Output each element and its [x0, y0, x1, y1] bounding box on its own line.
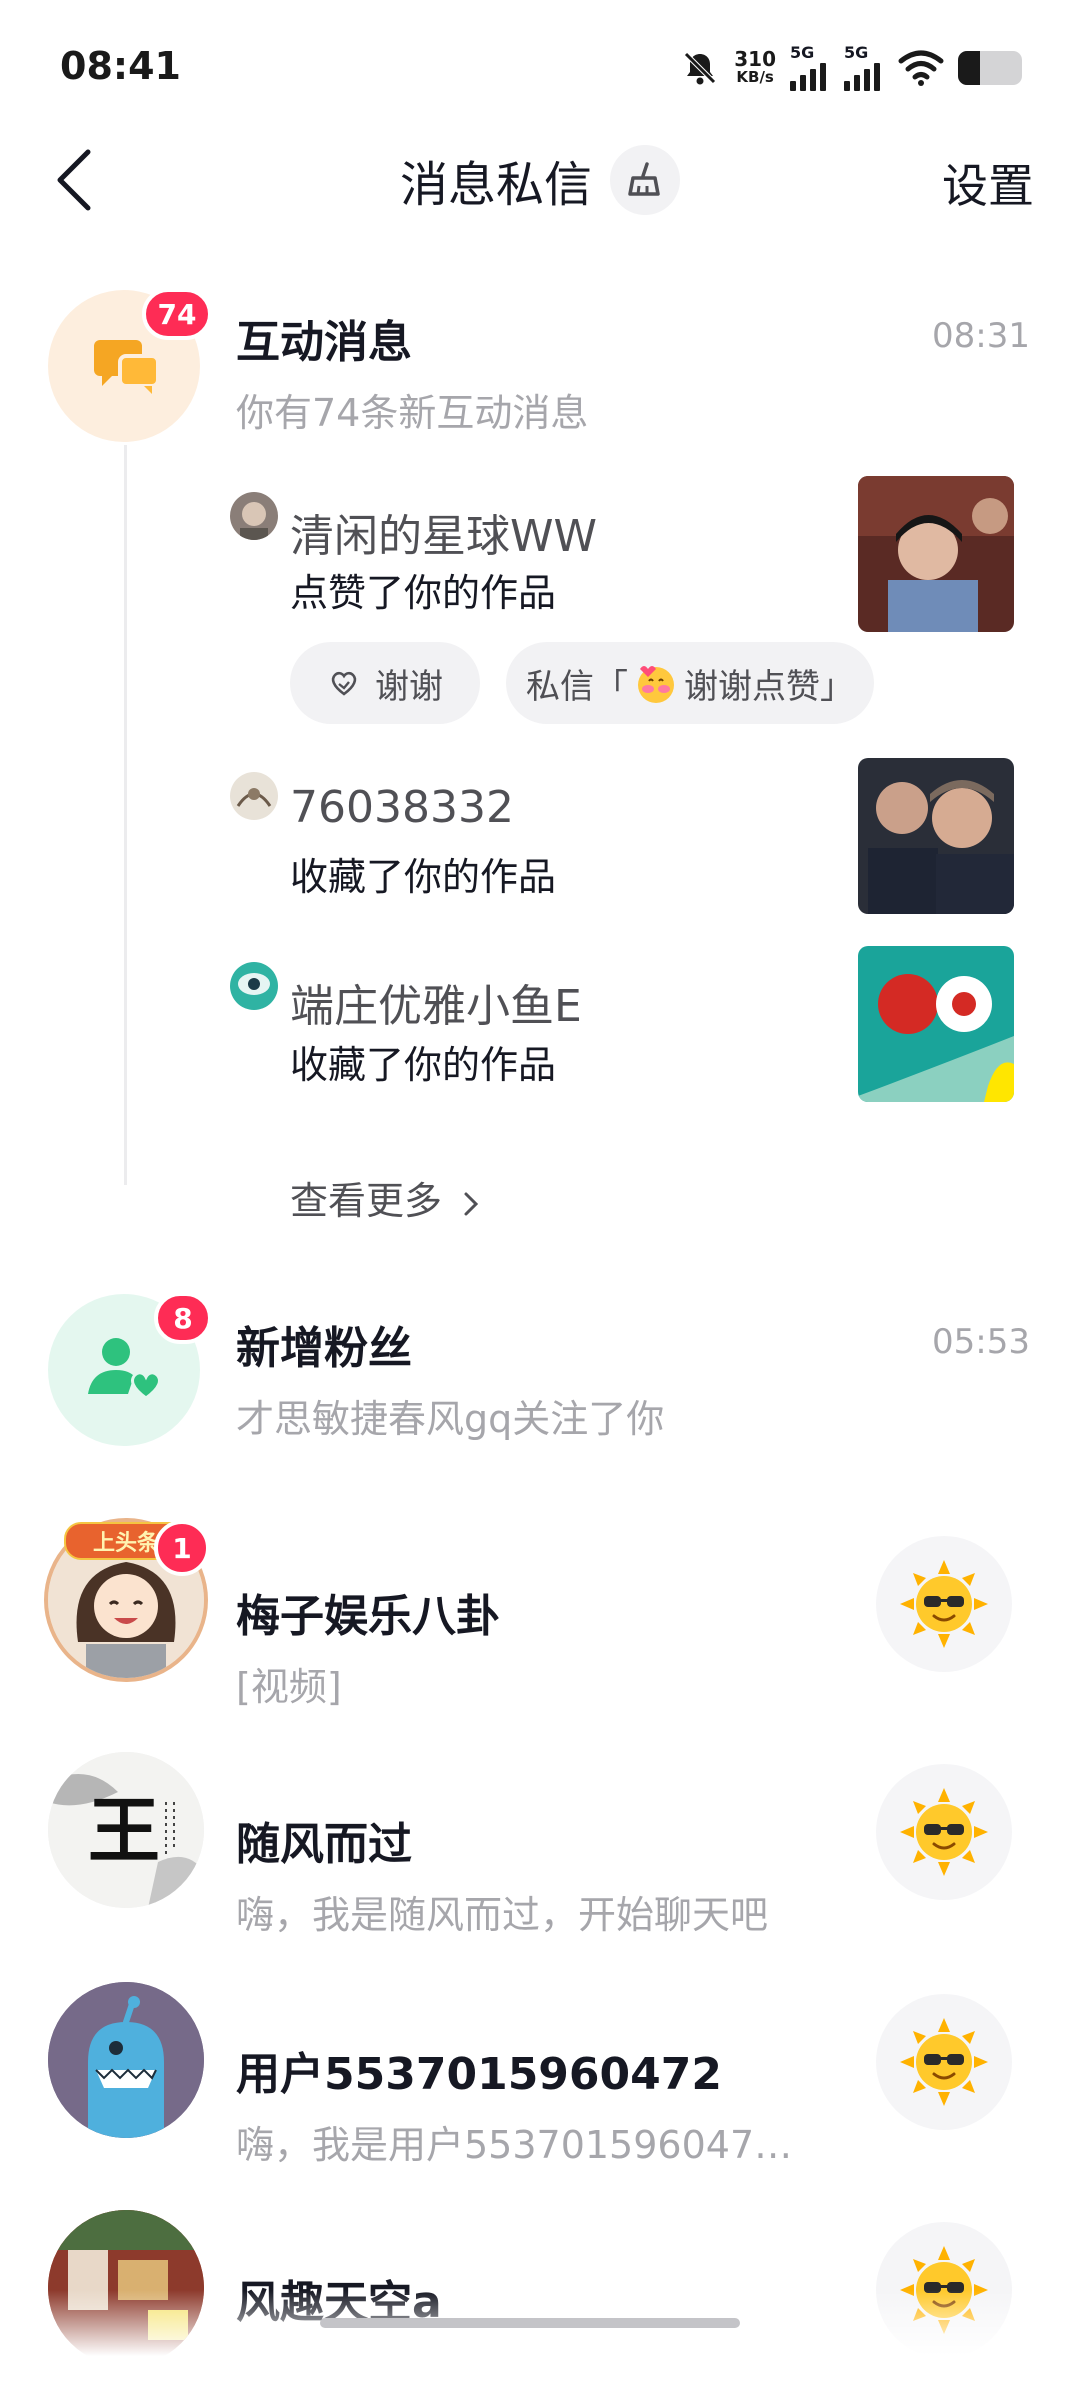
notif-thumbnail[interactable]: [858, 758, 1014, 914]
wifi-icon: [898, 50, 944, 86]
user-avatar-icon: [230, 962, 278, 1010]
home-indicator[interactable]: [320, 2318, 740, 2328]
signal-sim1-icon: 5G: [790, 43, 830, 91]
sunglasses-sun-emoji-icon: [900, 2018, 988, 2106]
chat-preview: 嗨，我是随风而过，开始聊天吧: [236, 1893, 769, 1937]
see-more-link[interactable]: 查看更多: [290, 1170, 482, 1225]
user-avatar-icon: [230, 492, 278, 540]
notif-action: 收藏了你的作品: [290, 1043, 557, 1087]
interactions-subtitle: 你有74条新互动消息: [236, 391, 589, 435]
notif-user-name[interactable]: 76038332: [290, 782, 514, 833]
heart-hand-icon: [331, 671, 357, 696]
user-avatar-icon: [230, 772, 278, 820]
dm-thanks-button[interactable]: 私信「 谢谢点赞」: [506, 642, 874, 724]
notif-avatar[interactable]: [230, 962, 278, 1010]
thanks-button[interactable]: 谢谢: [290, 642, 480, 724]
video-thumbnail-image: [858, 758, 1014, 914]
greet-button[interactable]: [876, 1994, 1012, 2130]
status-icons: 310 KB/s 5G 5G: [680, 43, 1022, 92]
chat-name[interactable]: 用户5537015960472: [236, 2038, 722, 2102]
notif-thumbnail[interactable]: [858, 476, 1014, 632]
signal-sim2-icon: 5G: [844, 43, 884, 91]
battery-icon: [958, 51, 1022, 85]
timeline-line: [124, 445, 127, 1185]
dm-text: 谢谢点赞」: [684, 666, 854, 707]
page-title: 消息私信: [399, 157, 592, 213]
notif-user-name[interactable]: 端庄优雅小鱼E: [290, 970, 582, 1034]
chat-avatar[interactable]: 王: [48, 1752, 204, 1908]
clear-unread-button[interactable]: [610, 145, 680, 215]
ink-calligraphy-avatar-image: 王: [48, 1752, 204, 1908]
video-thumbnail-image: [858, 476, 1014, 632]
blue-monster-avatar-image: [48, 1982, 204, 2138]
sunglasses-sun-emoji-icon: [900, 1788, 988, 1876]
chevron-right-icon: [464, 1192, 479, 1215]
chat-name[interactable]: 随风而过: [236, 1808, 412, 1872]
chat-avatar[interactable]: [48, 1982, 204, 2138]
notif-avatar[interactable]: [230, 492, 278, 540]
fans-title[interactable]: 新增粉丝: [236, 1312, 412, 1376]
notif-action: 点赞了你的作品: [290, 571, 557, 615]
notif-user-name[interactable]: 清闲的星球WW: [290, 500, 597, 564]
fans-subtitle: 才思敏捷春风gq关注了你: [236, 1397, 665, 1441]
blushing-emoji-icon: [638, 666, 674, 703]
dm-prefix: 私信「: [526, 666, 628, 707]
greet-button[interactable]: [876, 1536, 1012, 1672]
notif-action: 收藏了你的作品: [290, 855, 557, 899]
mute-bell-icon: [684, 52, 717, 85]
bottom-fade: [0, 2290, 1080, 2400]
chat-name[interactable]: 梅子娱乐八卦: [236, 1580, 500, 1644]
network-speed: 310 KB/s: [734, 47, 776, 86]
avatar-glyph: 王: [88, 1788, 160, 1873]
status-time: 08:41: [60, 44, 181, 88]
fans-time: 05:53: [932, 1322, 1030, 1362]
interactions-title[interactable]: 互动消息: [236, 306, 412, 370]
notif-thumbnail[interactable]: [858, 946, 1014, 1102]
video-thumbnail-image: [858, 946, 1014, 1102]
settings-button[interactable]: 设置: [942, 150, 1034, 216]
greet-button[interactable]: [876, 1764, 1012, 1900]
chat-preview: [视频]: [236, 1665, 342, 1709]
thanks-label: 谢谢: [375, 666, 443, 707]
interactions-time: 08:31: [932, 316, 1030, 356]
chat-preview: 嗨，我是用户553701596047…: [236, 2123, 793, 2167]
header-title-group: 消息私信: [0, 140, 1080, 220]
fans-badge: 8: [154, 1292, 212, 1344]
notif-avatar[interactable]: [230, 772, 278, 820]
chat-unread-badge: 1: [154, 1520, 210, 1576]
interactions-badge: 74: [142, 288, 212, 340]
broom-icon: [628, 162, 660, 196]
sunglasses-sun-emoji-icon: [900, 1560, 988, 1648]
